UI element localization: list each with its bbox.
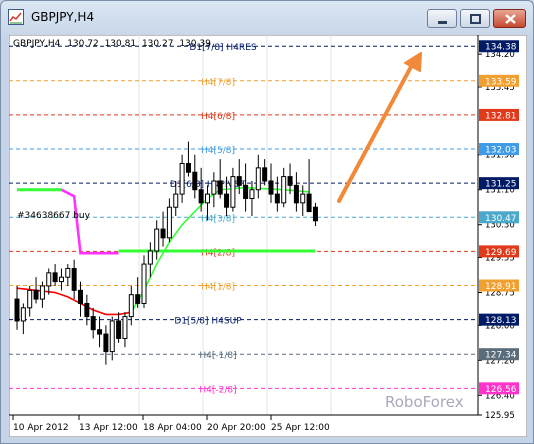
price-tag-label: 133.59 [485, 77, 517, 87]
time-tick-label: 13 Apr 12:00 [79, 423, 138, 433]
candle-body [160, 228, 166, 239]
candle-body [14, 298, 20, 322]
chart-window-icon [8, 9, 24, 25]
candle-body [300, 193, 306, 204]
minimize-icon [438, 21, 447, 24]
candle-body [262, 167, 268, 182]
candle-body [192, 171, 198, 191]
title-bar[interactable]: GBPJPY,H4 [1, 1, 533, 35]
candle-body [84, 302, 90, 318]
candle-body [103, 333, 109, 353]
chart-window: GBPJPY,H4 D1[7/8] H4RES H4[7/8] H4[6/8] H4[… [0, 0, 534, 444]
candle-body [27, 289, 33, 309]
price-tag-label: 131.25 [485, 180, 517, 190]
price-tag-label: 128.91 [485, 282, 517, 292]
candle-body [274, 193, 280, 204]
price-tick-label: 125.95 [485, 411, 515, 421]
time-tick-label: 18 Apr 04:00 [143, 423, 202, 433]
minimize-button[interactable] [427, 9, 457, 28]
murrey-level-label: H4[7/8] [201, 78, 235, 88]
candle-body [20, 307, 26, 322]
time-tick-label: 20 Apr 20:00 [207, 423, 266, 433]
candle-body [287, 176, 293, 186]
maximize-icon [470, 14, 481, 24]
candle-body [224, 193, 230, 208]
candle-body [281, 176, 287, 204]
candle-body [154, 228, 160, 252]
candle-body [243, 184, 249, 199]
price-tag-label: 129.69 [485, 248, 517, 258]
candle-body [97, 329, 103, 335]
candle-body [198, 189, 204, 204]
candle-body [71, 267, 77, 291]
close-icon [505, 14, 516, 24]
candle-body [312, 206, 318, 222]
candle-body [33, 289, 39, 300]
candle-body [166, 206, 172, 239]
candle-body [90, 316, 96, 331]
price-chart[interactable]: D1[7/8] H4RESH4[7/8]H4[6/8]H4[5/8]D1[6/8… [9, 35, 527, 437]
murrey-level-label: H4[-2/8] [199, 385, 236, 395]
price-tag-label: 132.03 [485, 146, 517, 156]
candle-body [116, 320, 122, 339]
candle-body [268, 180, 274, 195]
candle-body [122, 316, 128, 339]
time-tick-label: 25 Apr 12:00 [271, 423, 330, 433]
candle-body [306, 193, 312, 213]
watermark: RoboForex [385, 393, 464, 411]
candle-body [249, 189, 255, 199]
candle-body [135, 294, 141, 304]
price-tag-label: 132.81 [485, 111, 517, 121]
candle-body [46, 272, 52, 287]
murrey-level-label: H4[3/8] [201, 214, 235, 224]
candle-body [78, 289, 83, 304]
candle-body [179, 162, 185, 195]
price-tag-label: 130.47 [485, 214, 517, 224]
price-tag-label: 126.56 [485, 385, 517, 395]
candle-body [211, 180, 217, 195]
candle-body [109, 320, 115, 353]
candle-body [217, 180, 223, 195]
price-tag-label: 134.38 [485, 43, 517, 53]
candle-body [255, 167, 261, 191]
murrey-level-label: H4[-1/8] [199, 351, 236, 361]
candle-body [141, 263, 147, 304]
window-title: GBPJPY,H4 [31, 10, 95, 24]
candle-body [52, 272, 58, 283]
candle-body [205, 193, 210, 204]
candle-body [173, 193, 179, 208]
candle-body [58, 276, 64, 283]
candle-body [185, 162, 191, 173]
time-tick-label: 10 Apr 2012 [13, 423, 69, 433]
murrey-level-label: D1[5/8] H4SUP [174, 317, 242, 327]
candle-body [128, 294, 134, 318]
candle-body [230, 176, 236, 208]
maximize-button[interactable] [460, 9, 490, 28]
murrey-level-label: H4[5/8] [201, 146, 235, 156]
murrey-level-label: H4[6/8] [201, 112, 235, 122]
candle-body [236, 176, 242, 186]
candle-body [39, 285, 45, 300]
price-tag-label: 128.13 [485, 316, 517, 326]
ohlc-info: GBPJPY,H4 130.72 130.81 130.27 130.39 [13, 39, 211, 49]
chart-background [9, 35, 527, 437]
close-button[interactable] [493, 9, 526, 28]
murrey-level-label: H4[1/8] [201, 283, 235, 293]
price-tag-label: 127.34 [485, 351, 517, 361]
candle-body [293, 184, 299, 204]
candle-body [65, 267, 71, 278]
candle-body [147, 250, 153, 265]
order-label: #34638667 buy [17, 211, 91, 221]
